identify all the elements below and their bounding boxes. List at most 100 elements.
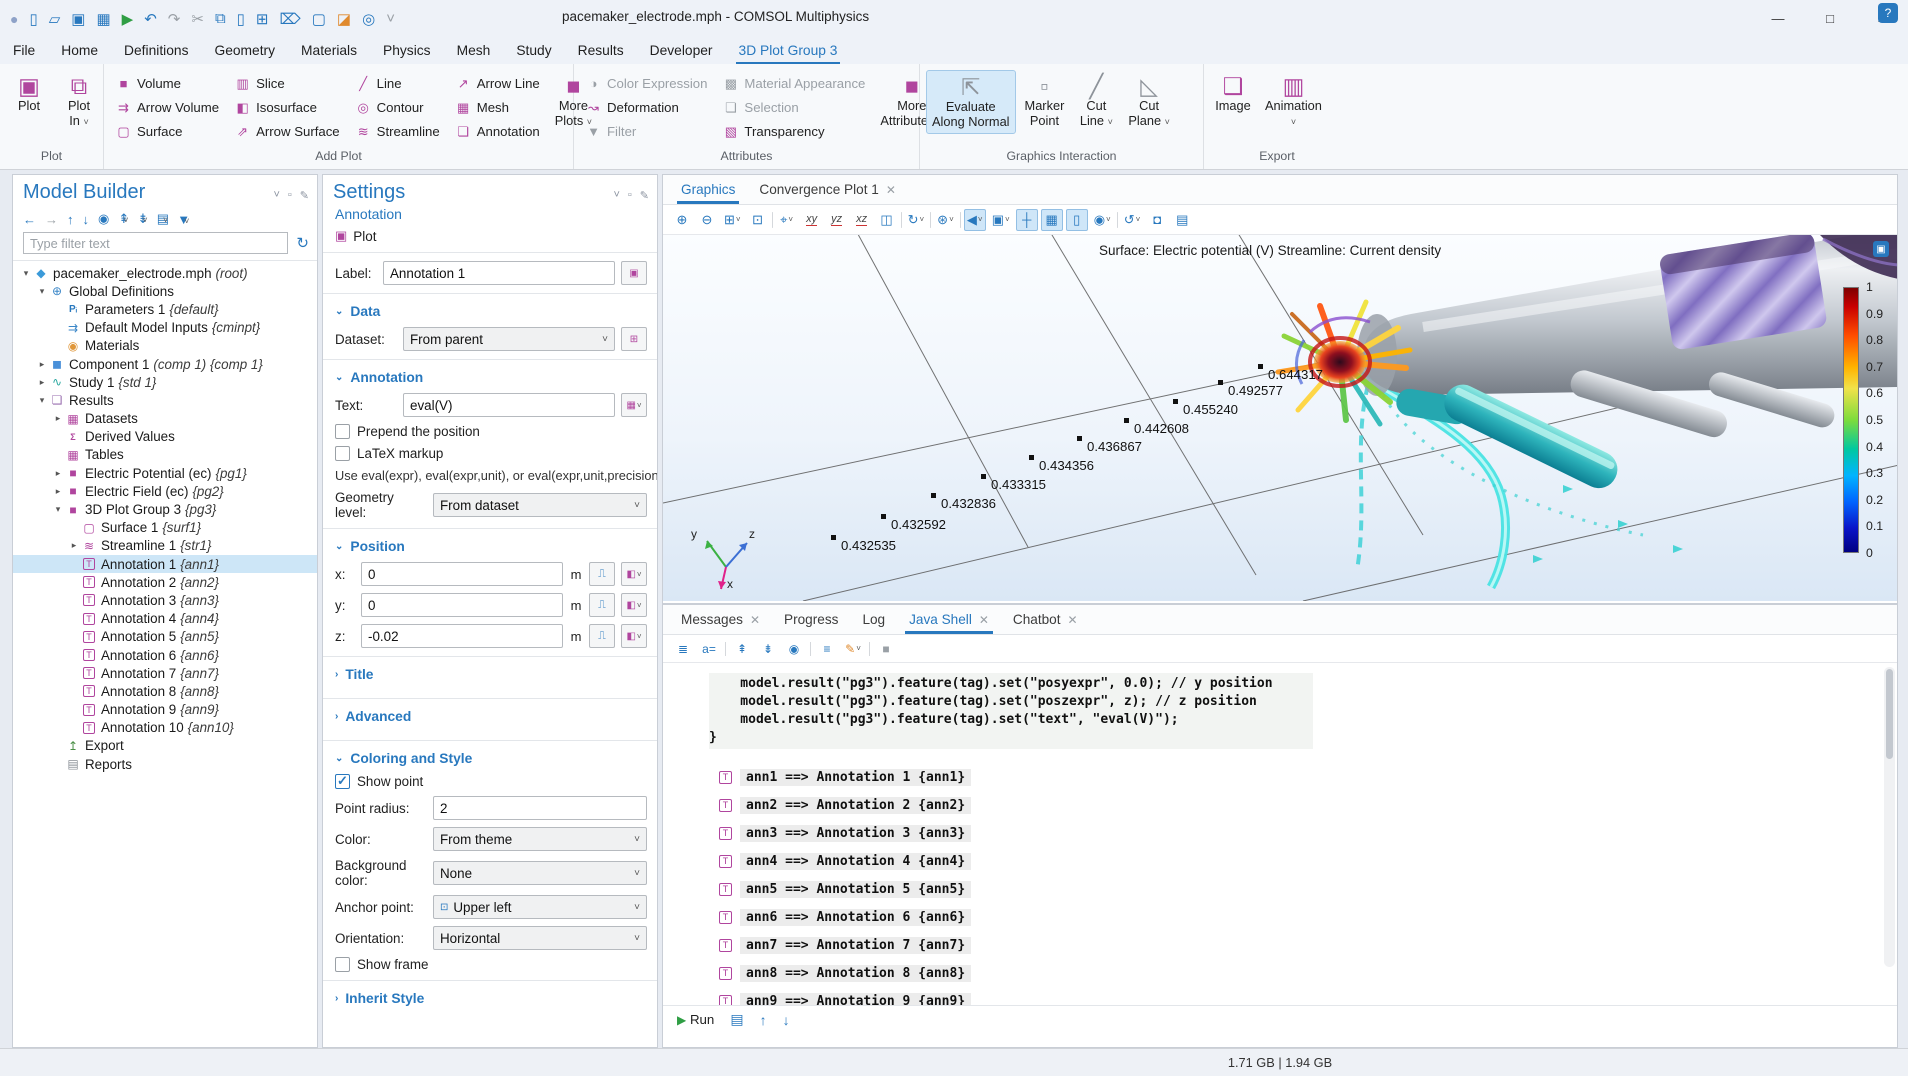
zoom-out-icon[interactable]: ⊖	[696, 209, 718, 231]
tab-convergence-plot-1[interactable]: Convergence Plot 1✕	[749, 177, 905, 204]
expander-icon[interactable]: ▸	[35, 359, 49, 370]
tree-root[interactable]: ▾ ◆ pacemaker_electrode.mph (root)	[13, 264, 317, 282]
panel-header-icon[interactable]: ▫	[288, 189, 292, 202]
section-position[interactable]: ⌄Position	[323, 537, 657, 562]
mb-show[interactable]: ◉	[98, 211, 109, 227]
graphics-toolbar-icon[interactable]	[930, 212, 931, 228]
expander-icon[interactable]: ▸	[67, 540, 81, 551]
expression-button[interactable]: ▦˅	[621, 393, 647, 417]
expander-icon[interactable]: ▾	[35, 286, 49, 297]
ribbon-image[interactable]: ❑ Image	[1210, 70, 1256, 117]
mb-move-down[interactable]: ↓	[83, 212, 90, 227]
ribbon-contour[interactable]: ◎Contour	[350, 96, 446, 119]
expander-icon[interactable]: ▸	[35, 377, 49, 388]
tree-annotation-4[interactable]: T Annotation 4 {ann4}	[13, 610, 317, 628]
menu-definitions[interactable]: Definitions	[111, 39, 201, 62]
ribbon-arrow-volume[interactable]: ⇉Arrow Volume	[110, 96, 225, 119]
background-color-select[interactable]: None˅	[433, 861, 647, 885]
mb-move-up[interactable]: ↑	[67, 212, 74, 227]
refresh-icon[interactable]: ↻	[296, 234, 309, 252]
ribbon-marker-point[interactable]: ▫ Marker Point	[1020, 70, 1070, 132]
image-snapshot-icon[interactable]: ◘	[1146, 209, 1168, 231]
ribbon-slice[interactable]: ▥Slice	[229, 72, 346, 95]
mb-filter[interactable]: ▼˅	[177, 212, 189, 227]
position-y-input[interactable]	[361, 593, 563, 617]
mb-node-text[interactable]: ▤˅	[157, 211, 169, 227]
help-icon[interactable]: ?	[1878, 3, 1898, 23]
menu-mesh[interactable]: Mesh	[444, 39, 504, 62]
minimize-button[interactable]: —	[1752, 0, 1804, 37]
shell-lines-icon[interactable]: ≡	[817, 639, 837, 659]
shell-expand-icon[interactable]: ⇞	[732, 639, 752, 659]
annotation-label-input[interactable]	[383, 261, 615, 285]
zoom-in-icon[interactable]: ⊕	[671, 209, 693, 231]
dataset-extra-button[interactable]: ⊞	[621, 327, 647, 351]
shell-collapse-icon[interactable]: ⇟	[758, 639, 778, 659]
scene-light-icon[interactable]: ◀˅	[964, 209, 986, 231]
annotation-text-input[interactable]	[403, 393, 615, 417]
expander-icon[interactable]: ▾	[51, 504, 65, 515]
graphics-toolbar-icon[interactable]	[1117, 212, 1118, 228]
scrollbar[interactable]	[1884, 667, 1895, 967]
menu-developer[interactable]: Developer	[637, 39, 726, 62]
view-yz-icon[interactable]: yz	[826, 209, 848, 231]
tree-datasets[interactable]: ▸ ▦ Datasets	[13, 410, 317, 428]
comsol-logo-icon[interactable]: ●	[10, 11, 18, 27]
shell-clear-icon[interactable]: ✎˅	[843, 639, 863, 659]
ribbon-plot-button[interactable]: ▣ Plot	[6, 70, 52, 117]
section-coloring-and-style[interactable]: ⌄Coloring and Style	[323, 749, 657, 774]
paste-icon[interactable]: ▯	[237, 10, 245, 28]
tree-annotation-5[interactable]: T Annotation 5 {ann5}	[13, 628, 317, 646]
ribbon-filter[interactable]: ▼Filter	[580, 120, 713, 143]
expression-split-button[interactable]: ◧˅	[621, 624, 647, 648]
position-x-input[interactable]	[361, 562, 563, 586]
menu-materials[interactable]: Materials	[288, 39, 370, 62]
tree-parameters-1[interactable]: Pᵢ Parameters 1 {default}	[13, 300, 317, 318]
graphics-context-icon[interactable]: ▣	[1873, 241, 1889, 257]
tree-study-1[interactable]: ▸ ∿ Study 1 {std 1}	[13, 373, 317, 391]
ribbon-plot-in-button[interactable]: ⧉ Plot In ˅	[56, 70, 102, 134]
tree-annotation-10[interactable]: T Annotation 10 {ann10}	[13, 719, 317, 737]
run-icon[interactable]: ▶	[122, 10, 134, 28]
shell-stop-icon[interactable]: ■	[876, 639, 896, 659]
tree-streamline-1[interactable]: ▸ ≋ Streamline 1 {str1}	[13, 537, 317, 555]
ribbon-isosurface[interactable]: ◧Isosurface	[229, 96, 346, 119]
tree-export[interactable]: ↥ Export	[13, 737, 317, 755]
ribbon-cut-plane[interactable]: ◺ Cut Plane ˅	[1123, 70, 1175, 134]
find-icon[interactable]: ◎	[362, 10, 375, 28]
menu-geometry[interactable]: Geometry	[201, 39, 288, 62]
qat-overflow-icon[interactable]: ˅	[386, 10, 395, 27]
orientation-select[interactable]: Horizontal˅	[433, 926, 647, 950]
tab-chatbot[interactable]: Chatbot✕	[1003, 607, 1088, 634]
expander-icon[interactable]: ▾	[19, 268, 33, 279]
close-icon[interactable]: ✕	[979, 613, 989, 627]
graphics-toolbar-icon[interactable]	[772, 212, 773, 228]
menu-home[interactable]: Home	[48, 39, 111, 62]
tree-filter-input[interactable]	[23, 232, 288, 254]
graphics-canvas[interactable]: Surface: Electric potential (V) Streamli…	[663, 235, 1897, 601]
tree-electric-potential[interactable]: ▸ ■ Electric Potential (ec) {pg1}	[13, 464, 317, 482]
section-data[interactable]: ⌄Data	[323, 302, 657, 327]
close-icon[interactable]: ✕	[750, 613, 760, 627]
panel-header-icon[interactable]: ▫	[628, 189, 632, 202]
section-title[interactable]: ›Title	[323, 665, 657, 690]
tree-surface-1[interactable]: ▢ Surface 1 {surf1}	[13, 519, 317, 537]
point-radius-input[interactable]	[433, 796, 647, 820]
ribbon-evaluate-along-normal[interactable]: ⇱ Evaluate Along Normal	[926, 70, 1016, 134]
undo-icon[interactable]: ↶	[144, 10, 157, 28]
show-grid-icon[interactable]: ▦	[1041, 209, 1063, 231]
ribbon-streamline[interactable]: ≋Streamline	[350, 120, 446, 143]
expander-icon[interactable]: ▸	[51, 413, 65, 424]
tree-annotation-9[interactable]: T Annotation 9 {ann9}	[13, 701, 317, 719]
menu-study[interactable]: Study	[503, 39, 564, 62]
graphics-toolbar-icon[interactable]	[901, 212, 902, 228]
panel-header-icon[interactable]: ✎	[300, 189, 309, 202]
expander-icon[interactable]: ▸	[51, 468, 65, 479]
graphics-toolbar-icon[interactable]	[960, 212, 961, 228]
ribbon-arrow-line[interactable]: ↗Arrow Line	[450, 72, 546, 95]
zoom-box-icon[interactable]: ⊞˅	[721, 209, 744, 231]
shell-toolbar-icon[interactable]	[869, 642, 870, 656]
shell-variables-icon[interactable]: a=	[699, 639, 719, 659]
delete-icon[interactable]: ⌦	[280, 10, 301, 28]
tree-results[interactable]: ▾ ❏ Results	[13, 391, 317, 409]
